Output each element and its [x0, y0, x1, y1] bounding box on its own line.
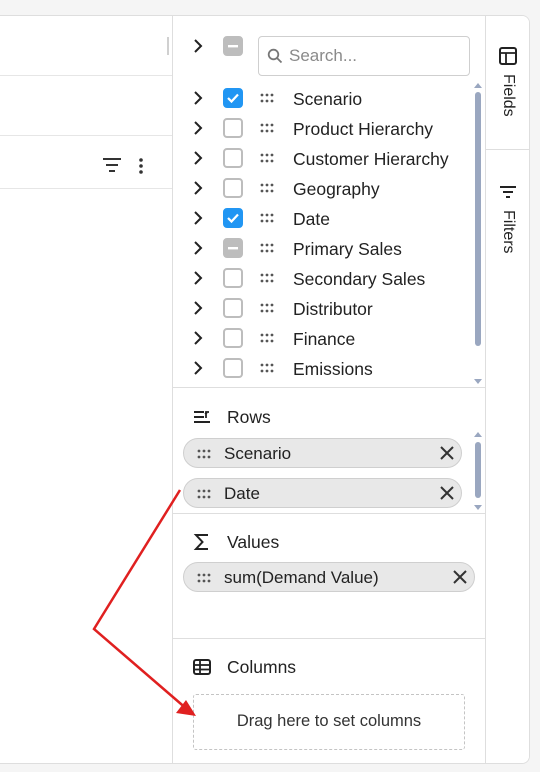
chevron-right-icon[interactable]	[191, 211, 205, 225]
tree-item[interactable]: Date	[173, 203, 473, 233]
drag-handle-icon[interactable]	[259, 242, 275, 254]
chevron-right-icon[interactable]	[191, 121, 205, 135]
drag-handle-icon[interactable]	[196, 572, 212, 584]
drag-handle-icon[interactable]	[259, 152, 275, 164]
table-icon	[499, 47, 517, 65]
tree-item[interactable]: Scenario	[173, 83, 473, 113]
close-icon[interactable]	[440, 486, 454, 500]
tree-item-label: Primary Sales	[293, 239, 402, 259]
chevron-right-icon[interactable]	[191, 181, 205, 195]
select-all-header	[173, 26, 486, 76]
tab-fields-label: Fields	[500, 74, 517, 117]
values-chip-demand[interactable]: sum(Demand Value)	[183, 562, 475, 592]
drag-handle-icon[interactable]	[259, 92, 275, 104]
chip-label: Scenario	[224, 444, 292, 463]
values-header: Values	[193, 531, 393, 555]
table-icon	[193, 659, 211, 675]
columns-dropzone[interactable]: Drag here to set columns	[193, 694, 465, 750]
chip-label: sum(Demand Value)	[224, 568, 379, 587]
toolbar-separator	[167, 37, 169, 55]
tree-item-label: Customer Hierarchy	[293, 149, 449, 169]
tree-item-checkbox[interactable]	[223, 208, 243, 228]
tree-item-label: Finance	[293, 329, 356, 349]
grid-row	[0, 136, 172, 189]
grid-toolbar	[0, 16, 172, 76]
tree-item-label: Date	[293, 209, 330, 229]
drag-handle-icon[interactable]	[259, 122, 275, 134]
columns-title: Columns	[227, 657, 297, 677]
tree-item-label: Scenario	[293, 89, 363, 109]
values-title: Values	[227, 532, 280, 552]
chevron-right-icon[interactable]	[191, 361, 205, 375]
sigma-icon	[193, 534, 208, 550]
tree-item-checkbox[interactable]	[223, 88, 243, 108]
filter-icon	[500, 186, 516, 198]
tree-item-checkbox[interactable]	[223, 238, 243, 258]
rows-chip-scenario[interactable]: Scenario	[183, 438, 462, 468]
tree-item[interactable]: Geography	[173, 173, 473, 203]
chevron-right-icon[interactable]	[191, 39, 205, 53]
drag-handle-icon[interactable]	[259, 272, 275, 284]
tab-filters-label: Filters	[500, 210, 517, 254]
rows-icon	[194, 411, 210, 423]
columns-tool-panel: Scenario Product Hierarchy Customer Hierar…	[172, 16, 486, 763]
search-input[interactable]	[289, 43, 459, 69]
grid-area	[0, 16, 172, 763]
tree-item-label: Product Hierarchy	[293, 119, 434, 139]
tree-item-label: Distributor	[293, 299, 373, 319]
rows-header: Rows	[193, 406, 393, 430]
tree-item-checkbox[interactable]	[223, 118, 243, 138]
search-icon	[267, 48, 283, 64]
tree-item[interactable]: Emissions	[173, 353, 473, 383]
rows-scrollbar[interactable]	[473, 430, 483, 512]
chevron-right-icon[interactable]	[191, 331, 205, 345]
drag-handle-icon[interactable]	[259, 182, 275, 194]
rows-chip-date[interactable]: Date	[183, 478, 462, 508]
values-drop-zone[interactable]: Values sum(Demand Value)	[173, 513, 486, 638]
tree-item-checkbox[interactable]	[223, 268, 243, 288]
chevron-right-icon[interactable]	[191, 241, 205, 255]
chip-label: Date	[224, 484, 260, 503]
drag-handle-icon[interactable]	[196, 448, 212, 460]
rows-drop-zone[interactable]: Rows Scenario Date	[173, 387, 486, 513]
tree-item[interactable]: Primary Sales	[173, 233, 473, 263]
chevron-right-icon[interactable]	[191, 271, 205, 285]
search-box[interactable]	[258, 36, 470, 76]
columns-header: Columns	[193, 656, 393, 680]
tree-item-checkbox[interactable]	[223, 358, 243, 378]
tree-item[interactable]: Secondary Sales	[173, 263, 473, 293]
drag-handle-icon[interactable]	[259, 362, 275, 374]
drag-handle-icon[interactable]	[259, 332, 275, 344]
tree-item-checkbox[interactable]	[223, 178, 243, 198]
tree-item-checkbox[interactable]	[223, 148, 243, 168]
chevron-right-icon[interactable]	[191, 301, 205, 315]
side-bar: Fields Filters	[485, 16, 529, 763]
drag-handle-icon[interactable]	[259, 302, 275, 314]
close-icon[interactable]	[440, 446, 454, 460]
columns-drop-zone[interactable]: Columns Drag here to set columns	[173, 638, 486, 763]
rows-title: Rows	[227, 407, 271, 427]
select-all-checkbox[interactable]	[223, 36, 243, 56]
chevron-right-icon[interactable]	[191, 91, 205, 105]
tree-item-checkbox[interactable]	[223, 298, 243, 318]
close-icon[interactable]	[453, 570, 467, 584]
tree-item[interactable]: Product Hierarchy	[173, 113, 473, 143]
dropzone-placeholder: Drag here to set columns	[236, 712, 422, 730]
tree-item-label: Emissions	[293, 359, 373, 379]
tree-item-label: Secondary Sales	[293, 269, 426, 289]
tree-scrollbar[interactable]	[473, 81, 483, 399]
tree-item-label: Geography	[293, 179, 380, 199]
chevron-right-icon[interactable]	[191, 151, 205, 165]
tree-item-checkbox[interactable]	[223, 328, 243, 348]
tree-item[interactable]: Distributor	[173, 293, 473, 323]
tree-item[interactable]: Finance	[173, 323, 473, 353]
pivot-frame: Scenario Product Hierarchy Customer Hierar…	[0, 15, 530, 764]
drag-handle-icon[interactable]	[259, 212, 275, 224]
tab-filters[interactable]: Filters	[486, 150, 529, 290]
tree-item[interactable]: Customer Hierarchy	[173, 143, 473, 173]
tab-fields[interactable]: Fields	[486, 16, 529, 150]
drag-handle-icon[interactable]	[196, 488, 212, 500]
grid-header-row	[0, 76, 172, 174]
column-tree: Scenario Product Hierarchy Customer Hierar…	[173, 83, 486, 385]
